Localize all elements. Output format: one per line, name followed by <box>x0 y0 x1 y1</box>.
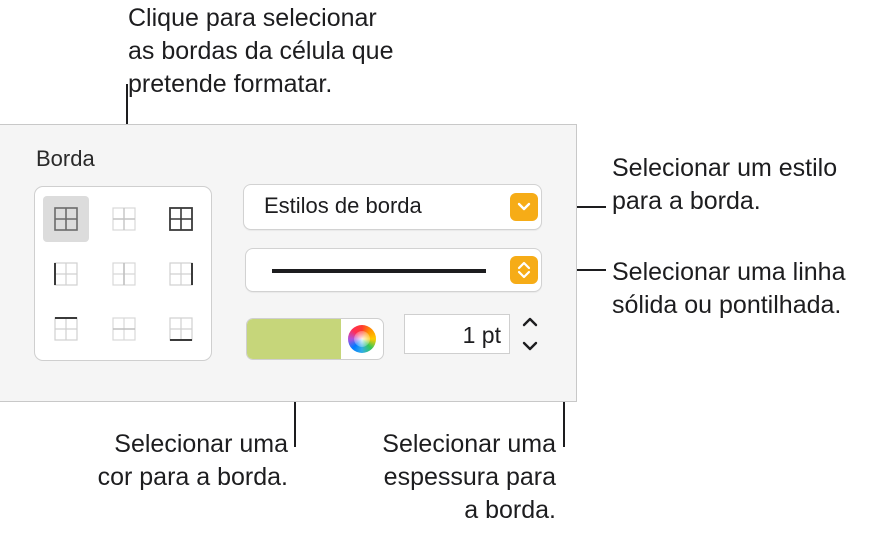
callout-select-border-width: Selecionar uma espessura para a borda. <box>340 428 556 527</box>
border-selector <box>34 186 212 361</box>
border-width-field[interactable]: 1 pt <box>404 314 510 354</box>
callout-line-1: Selecionar uma linha <box>612 258 846 286</box>
horizontal-inside-border-button[interactable] <box>101 306 147 352</box>
right-border-button[interactable] <box>158 251 204 297</box>
callout-select-border-style: Selecionar um estilo para a borda. <box>612 152 837 218</box>
callout-line-2: espessura para <box>383 463 556 491</box>
chevron-down-icon <box>510 193 538 221</box>
line-style-popup[interactable] <box>245 248 542 292</box>
vertical-inside-border-icon <box>112 262 136 286</box>
solid-line-preview <box>272 269 486 273</box>
callout-line-1: Selecionar uma <box>114 430 288 458</box>
outside-borders-icon <box>169 207 193 231</box>
border-color-well[interactable] <box>246 318 384 360</box>
stepper-down-icon[interactable] <box>521 338 539 354</box>
color-wheel-icon[interactable] <box>348 325 376 353</box>
chevron-up-down-icon <box>510 256 538 284</box>
top-border-icon <box>54 317 78 341</box>
callout-line-3: pretende formatar. <box>128 70 333 98</box>
bottom-border-icon <box>169 317 193 341</box>
callout-line-3: a borda. <box>464 496 556 524</box>
border-styles-popup[interactable]: Estilos de borda <box>243 184 542 230</box>
left-border-button[interactable] <box>43 251 89 297</box>
stepper-up-icon[interactable] <box>521 314 539 330</box>
inside-borders-icon <box>112 207 136 231</box>
section-title: Borda <box>36 146 95 171</box>
callout-line-2: sólida ou pontilhada. <box>612 291 842 319</box>
all-borders-button[interactable] <box>43 196 89 242</box>
callout-line-1: Selecionar uma <box>382 430 556 458</box>
all-borders-icon <box>54 207 78 231</box>
outside-borders-button[interactable] <box>158 196 204 242</box>
border-width-stepper[interactable] <box>517 314 543 354</box>
callout-line-2: cor para a borda. <box>97 463 288 491</box>
color-swatch[interactable] <box>247 319 341 359</box>
vertical-inside-border-button[interactable] <box>101 251 147 297</box>
left-border-icon <box>54 262 78 286</box>
top-border-button[interactable] <box>43 306 89 352</box>
callout-select-line-type: Selecionar uma linha sólida ou pontilhad… <box>612 256 845 322</box>
callout-line-1: Selecionar um estilo <box>612 154 838 182</box>
callout-line-1: Clique para selecionar <box>128 4 377 32</box>
horizontal-inside-border-icon <box>112 317 136 341</box>
callout-select-border-color: Selecionar uma cor para a borda. <box>70 428 288 494</box>
right-border-icon <box>169 262 193 286</box>
inside-borders-button[interactable] <box>101 196 147 242</box>
callout-line-2: as bordas da célula que <box>128 37 394 65</box>
bottom-border-button[interactable] <box>158 306 204 352</box>
callout-line-2: para a borda. <box>612 187 761 215</box>
callout-select-cell-borders: Clique para selecionar as bordas da célu… <box>128 2 393 101</box>
border-styles-label: Estilos de borda <box>264 193 422 218</box>
